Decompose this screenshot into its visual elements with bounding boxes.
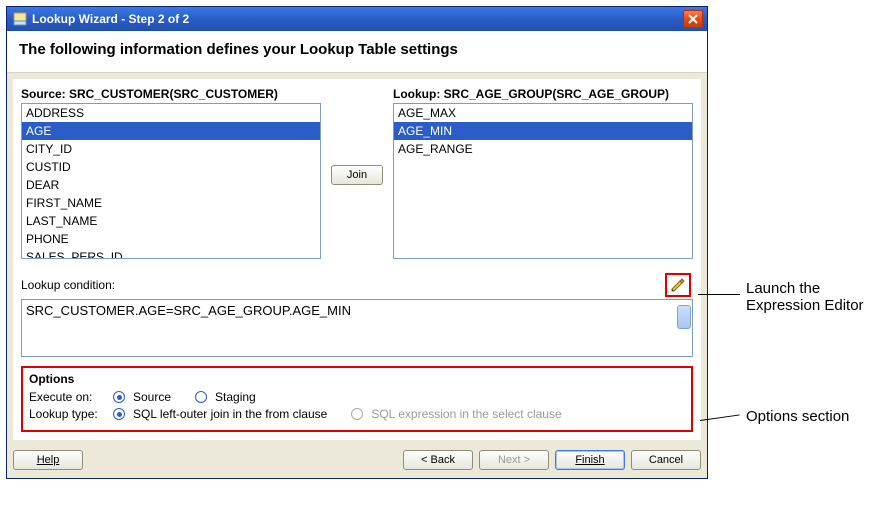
pencil-icon[interactable] (670, 277, 686, 293)
join-button[interactable]: Join (331, 165, 383, 185)
list-item[interactable]: CITY_ID (22, 140, 320, 158)
lookup-type-leftouter-radio[interactable] (113, 408, 125, 420)
lookup-condition-label: Lookup condition: (21, 278, 665, 292)
execute-on-source-radio[interactable] (113, 391, 125, 403)
execute-on-staging-radio[interactable] (195, 391, 207, 403)
window-title: Lookup Wizard - Step 2 of 2 (32, 12, 683, 26)
source-label: Source: SRC_CUSTOMER(SRC_CUSTOMER) (21, 87, 321, 101)
source-listbox[interactable]: ADDRESSAGECITY_IDCUSTIDDEARFIRST_NAMELAS… (21, 103, 321, 259)
list-item[interactable]: LAST_NAME (22, 212, 320, 230)
list-item[interactable]: ADDRESS (22, 104, 320, 122)
next-button: Next > (479, 450, 549, 470)
list-item[interactable]: AGE_MAX (394, 104, 692, 122)
list-item[interactable]: FIRST_NAME (22, 194, 320, 212)
wizard-window: Lookup Wizard - Step 2 of 2 The followin… (6, 6, 708, 479)
list-item[interactable]: CUSTID (22, 158, 320, 176)
annotation-options-section: Options section (746, 408, 849, 425)
lookup-condition-input[interactable] (21, 299, 693, 357)
lookup-column: Lookup: SRC_AGE_GROUP(SRC_AGE_GROUP) AGE… (393, 87, 693, 259)
close-button[interactable] (683, 10, 703, 28)
button-bar: Help < Back Next > Finish Cancel (7, 446, 707, 478)
join-column: Join (327, 87, 387, 263)
page-heading: The following information defines your L… (7, 31, 707, 73)
titlebar: Lookup Wizard - Step 2 of 2 (7, 7, 707, 31)
list-item[interactable]: AGE_RANGE (394, 140, 692, 158)
lookup-type-select-label: SQL expression in the select clause (371, 407, 561, 421)
execute-on-staging-label: Staging (215, 390, 256, 404)
options-title: Options (29, 372, 685, 386)
list-item[interactable]: PHONE (22, 230, 320, 248)
lookup-type-select-radio (351, 408, 363, 420)
options-section: Options Execute on: Source Staging Looku… (21, 366, 693, 432)
finish-button[interactable]: Finish (555, 450, 625, 470)
app-icon (13, 12, 27, 26)
execute-on-label: Execute on: (29, 390, 107, 404)
list-item[interactable]: AGE_MIN (394, 122, 692, 140)
expression-editor-highlight (665, 273, 691, 297)
execute-on-source-label: Source (133, 390, 171, 404)
list-item[interactable]: DEAR (22, 176, 320, 194)
lookup-label: Lookup: SRC_AGE_GROUP(SRC_AGE_GROUP) (393, 87, 693, 101)
content-area: Source: SRC_CUSTOMER(SRC_CUSTOMER) ADDRE… (13, 79, 701, 440)
help-button[interactable]: Help (13, 450, 83, 470)
cancel-button[interactable]: Cancel (631, 450, 701, 470)
lookup-type-leftouter-label: SQL left-outer join in the from clause (133, 407, 327, 421)
annotation-launch-editor: Launch the Expression Editor (746, 280, 864, 314)
lookup-type-label: Lookup type: (29, 407, 107, 421)
source-column: Source: SRC_CUSTOMER(SRC_CUSTOMER) ADDRE… (21, 87, 321, 259)
list-item[interactable]: AGE (22, 122, 320, 140)
scrollbar-thumb[interactable] (677, 305, 691, 329)
back-button[interactable]: < Back (403, 450, 473, 470)
lookup-listbox[interactable]: AGE_MAXAGE_MINAGE_RANGE (393, 103, 693, 259)
annotation-line (698, 294, 740, 295)
list-item[interactable]: SALES_PERS_ID (22, 248, 320, 259)
